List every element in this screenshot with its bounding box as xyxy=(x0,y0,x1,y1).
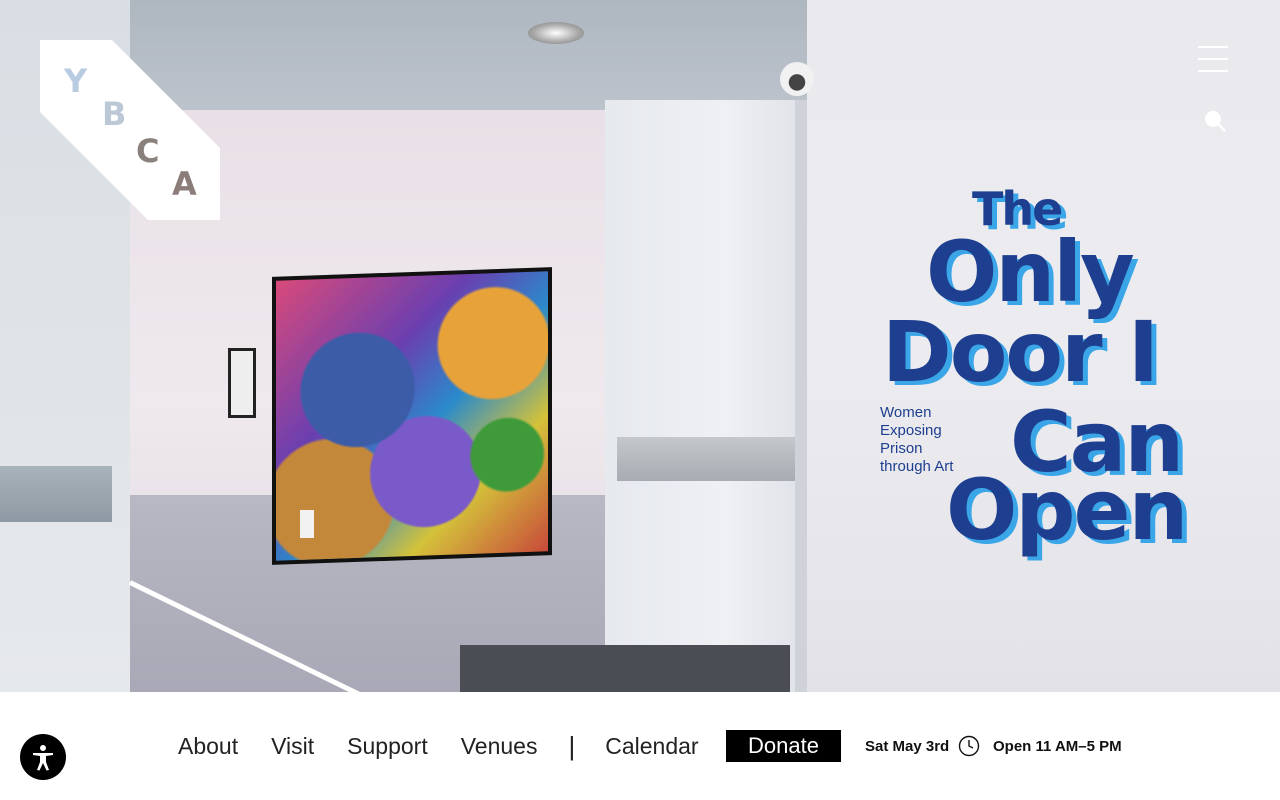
large-artwork xyxy=(272,267,552,565)
carpet xyxy=(460,645,790,692)
current-date: Sat May 3rd xyxy=(865,738,950,755)
security-camera xyxy=(780,62,814,96)
hamburger-icon[interactable] xyxy=(1196,42,1230,76)
door-edge xyxy=(795,100,807,692)
search-icon[interactable] xyxy=(1200,106,1230,136)
nav-separator: | xyxy=(568,730,576,761)
nav-support[interactable]: Support xyxy=(347,733,428,760)
logo-letter: A xyxy=(172,165,197,203)
nav-about[interactable]: About xyxy=(178,733,238,760)
donate-button[interactable]: Donate xyxy=(726,730,841,762)
title-line: Door I xyxy=(882,303,1159,401)
small-artwork xyxy=(228,348,256,418)
door-handle xyxy=(617,437,795,481)
nav-visit[interactable]: Visit xyxy=(271,733,314,760)
logo-letter: C xyxy=(136,132,160,170)
nav-calendar[interactable]: Calendar xyxy=(605,733,698,760)
opening-hours: Open 11 AM–5 PM xyxy=(993,738,1122,755)
plinth xyxy=(300,510,314,538)
gallery-door xyxy=(605,100,805,692)
title-line: Only xyxy=(926,223,1135,321)
logo-letter: B xyxy=(102,95,127,133)
accessibility-icon[interactable] xyxy=(20,734,66,780)
exhibition-title: The Only Door I Women Exposing Prison th… xyxy=(880,180,1240,560)
main-nav: About Visit Support Venues | Calendar xyxy=(178,730,732,762)
nav-venues[interactable]: Venues xyxy=(461,733,538,760)
ceiling-light xyxy=(528,22,584,44)
title-line: Open xyxy=(946,461,1188,559)
left-handrail xyxy=(0,466,112,522)
logo-letter: Y xyxy=(64,62,88,100)
clock-icon xyxy=(958,735,980,757)
ybca-logo[interactable]: Y B C A xyxy=(40,40,220,220)
